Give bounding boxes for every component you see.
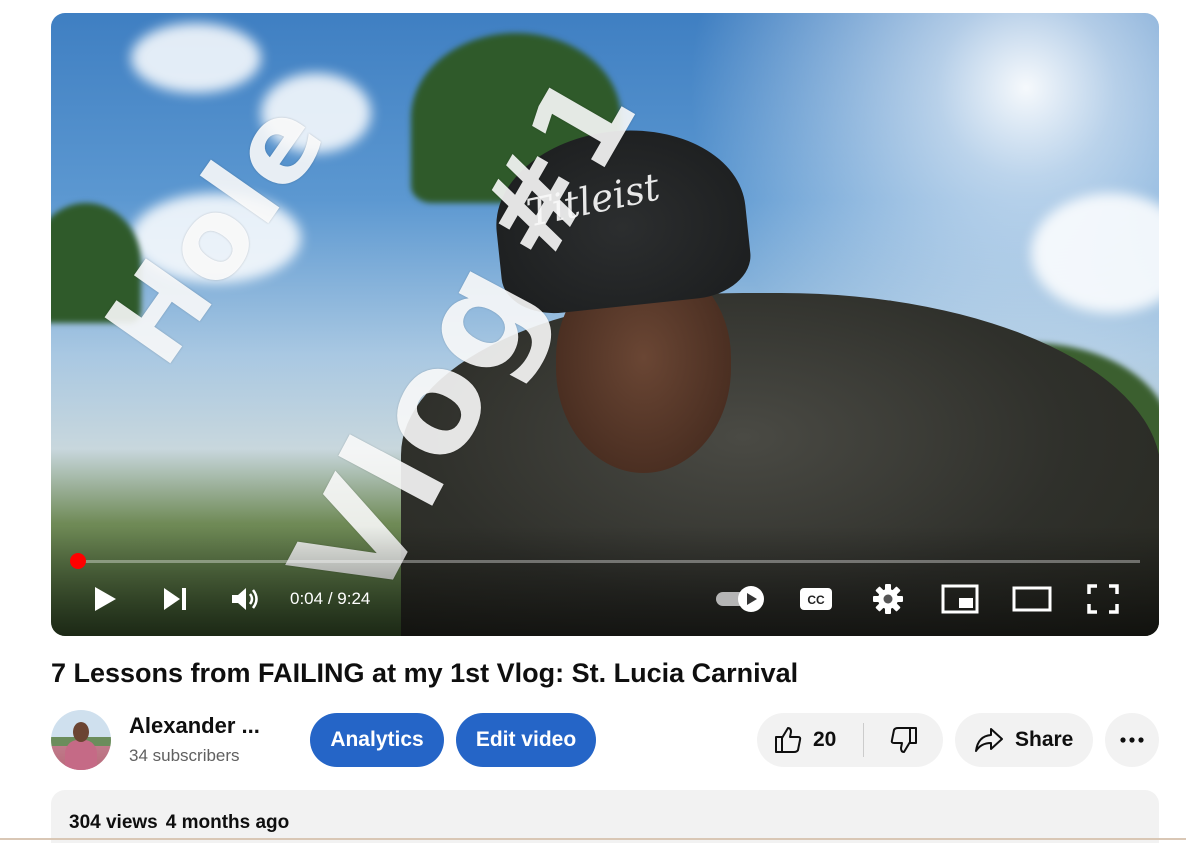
video-title: 7 Lessons from FAILING at my 1st Vlog: S… (51, 658, 799, 688)
next-button[interactable] (159, 584, 191, 614)
duration: 9:24 (337, 589, 371, 608)
like-button[interactable]: 20 (757, 713, 863, 767)
cc-icon: CC (800, 588, 832, 610)
channel-avatar[interactable] (51, 710, 111, 770)
volume-button[interactable] (227, 584, 263, 614)
progress-scrubber[interactable] (70, 553, 86, 569)
avatar-figure-head (73, 722, 89, 742)
video-player[interactable]: Titleist Hole Vlog #1 0:04 / 9:24 CC (51, 13, 1159, 636)
analytics-button[interactable]: Analytics (310, 713, 444, 767)
like-dislike-group: 20 (757, 713, 943, 767)
controls-gradient (51, 526, 1159, 636)
view-count: 304 views (69, 812, 158, 833)
time-separator: / (323, 589, 338, 608)
description-meta: 304 views 4 months ago (69, 812, 289, 834)
share-icon (975, 728, 1003, 752)
time-display: 0:04 / 9:24 (290, 589, 370, 609)
next-icon (164, 588, 186, 610)
avatar-figure-body (65, 740, 97, 770)
fullscreen-icon (1087, 584, 1119, 614)
miniplayer-icon (941, 584, 979, 614)
autoplay-toggle[interactable] (713, 584, 769, 614)
fullscreen-button[interactable] (1085, 584, 1121, 614)
settings-button[interactable] (869, 584, 907, 614)
play-button[interactable] (89, 584, 121, 614)
share-button[interactable]: Share (955, 713, 1093, 767)
dislike-button[interactable] (864, 713, 943, 767)
autoplay-toggle-icon (716, 586, 764, 612)
more-actions-button[interactable] (1105, 713, 1159, 767)
volume-icon (232, 588, 258, 610)
thumbs-up-icon (775, 727, 802, 753)
upload-age: 4 months ago (165, 812, 290, 833)
theater-icon (1012, 586, 1052, 612)
subscriber-count: 34 subscribers (129, 746, 240, 765)
progress-bar[interactable] (78, 560, 1140, 563)
edit-video-button[interactable]: Edit video (456, 713, 596, 767)
sky-cloud (1031, 193, 1159, 313)
miniplayer-button[interactable] (939, 584, 981, 614)
page-bottom-border (0, 838, 1186, 840)
svg-text:CC: CC (807, 593, 825, 607)
share-label: Share (1015, 728, 1074, 751)
thumbs-down-icon (890, 727, 917, 753)
captions-button[interactable]: CC (797, 584, 835, 614)
description-box[interactable]: 304 views 4 months ago (51, 790, 1159, 843)
more-icon (1120, 737, 1144, 743)
play-icon (95, 587, 116, 611)
theater-mode-button[interactable] (1011, 584, 1053, 614)
like-count: 20 (813, 728, 837, 751)
channel-name[interactable]: Alexander ... (129, 713, 260, 739)
settings-icon (873, 584, 903, 614)
current-time: 0:04 (290, 589, 324, 608)
